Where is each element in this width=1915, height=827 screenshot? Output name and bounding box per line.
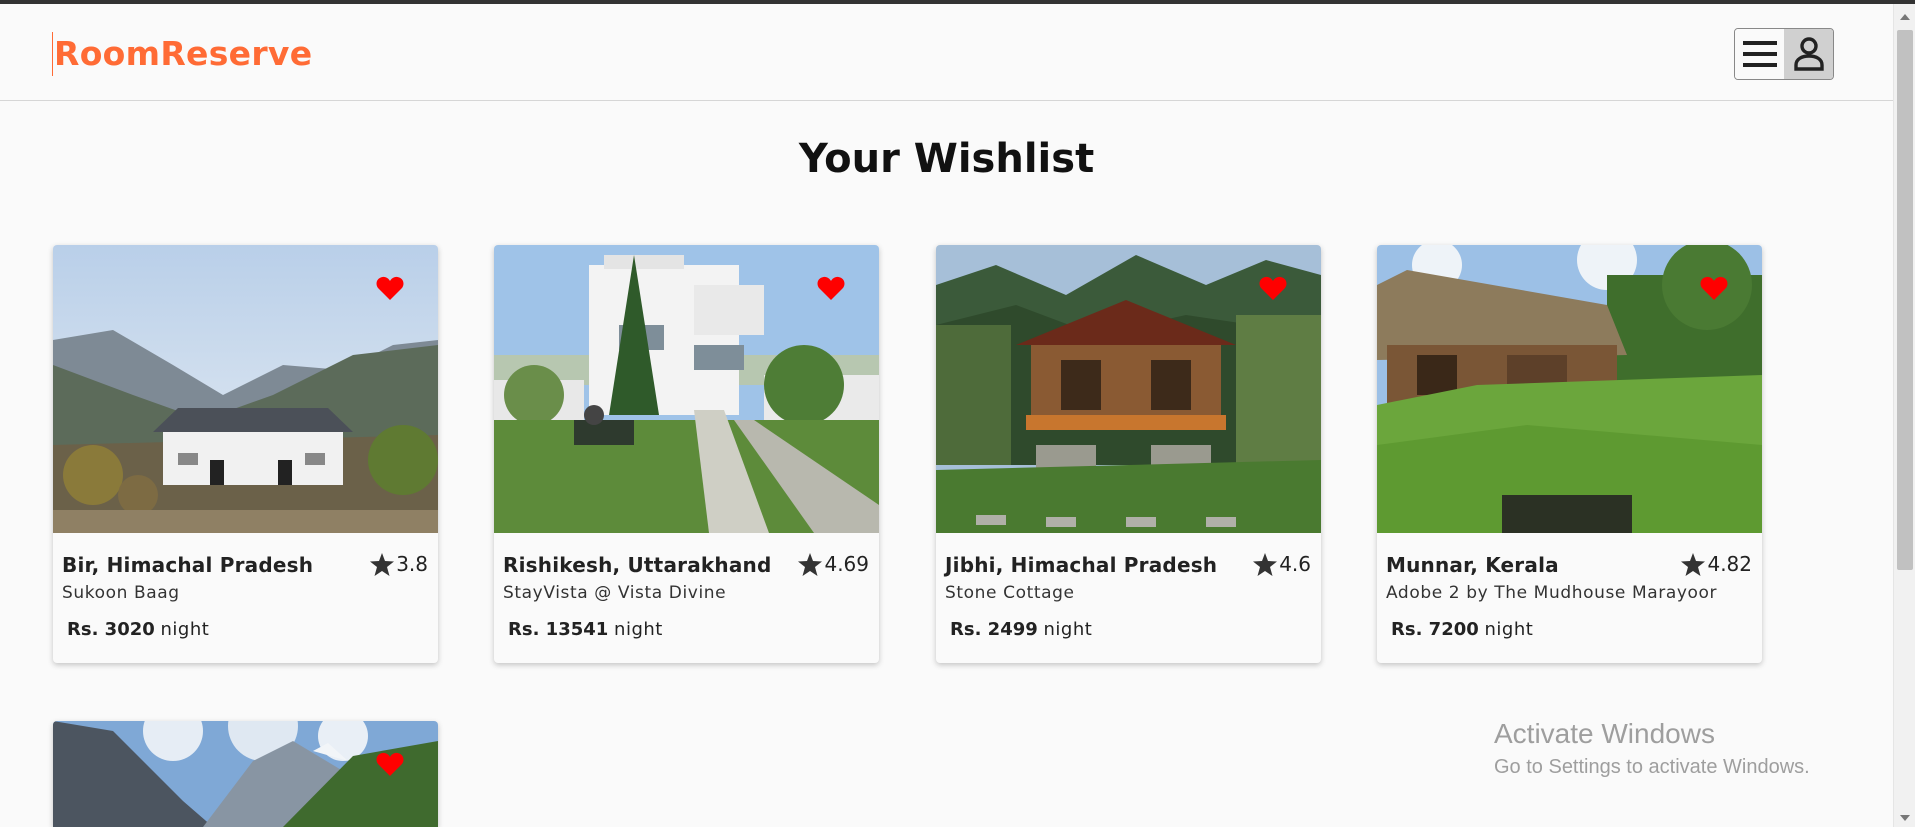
listing-name: Stone Cottage <box>945 583 1075 603</box>
listing-card[interactable]: Munnar, Kerala 4.82 Adobe 2 by The Mudho… <box>1377 245 1762 663</box>
price-amount: Rs. 7200 <box>1391 619 1479 640</box>
listing-photo[interactable] <box>53 721 438 827</box>
listing-location: Munnar, Kerala <box>1386 553 1559 577</box>
price-unit: night <box>160 619 210 640</box>
star-icon <box>1681 552 1706 576</box>
listing-rating: 4.6 <box>1253 552 1311 576</box>
listing-name: Sukoon Baag <box>62 583 180 603</box>
price-unit: night <box>614 619 663 640</box>
star-icon <box>1253 552 1278 576</box>
listing-card[interactable]: Jibhi, Himachal Pradesh 4.6 Stone Cottag… <box>936 245 1321 663</box>
rating-value: 4.6 <box>1279 552 1311 576</box>
listing-card[interactable]: Rishikesh, Uttarakhand 4.69 StayVista @ … <box>494 245 879 663</box>
price-amount: Rs. 2499 <box>950 619 1038 640</box>
listing-name: StayVista @ Vista Divine <box>503 583 727 603</box>
listing-location: Rishikesh, Uttarakhand <box>503 553 772 577</box>
listing-price: Rs. 3020 night <box>67 619 209 640</box>
vertical-scrollbar[interactable] <box>1893 4 1915 827</box>
user-menu-button[interactable] <box>1734 28 1834 80</box>
price-unit: night <box>1043 619 1093 640</box>
navbar: RoomReserve <box>0 4 1893 101</box>
heart-icon[interactable] <box>1259 275 1287 301</box>
scrollbar-thumb[interactable] <box>1897 30 1913 570</box>
hamburger-icon[interactable] <box>1735 29 1784 79</box>
price-amount: Rs. 13541 <box>508 619 609 640</box>
star-icon <box>798 552 823 576</box>
star-icon <box>370 552 395 576</box>
listing-location: Bir, Himachal Pradesh <box>62 553 314 577</box>
price-amount: Rs. 3020 <box>67 619 155 640</box>
rating-value: 4.82 <box>1707 552 1752 576</box>
watermark-title: Activate Windows <box>1494 718 1715 749</box>
heart-icon[interactable] <box>376 751 404 777</box>
scroll-down-arrow-icon[interactable] <box>1900 815 1910 821</box>
listing-photo[interactable] <box>494 245 879 533</box>
listing-price: Rs. 2499 night <box>950 619 1092 640</box>
heart-icon[interactable] <box>1700 275 1728 301</box>
scroll-up-arrow-icon[interactable] <box>1900 14 1910 20</box>
heart-icon[interactable] <box>817 275 845 301</box>
windows-activation-watermark: Activate Windows Go to Settings to activ… <box>1494 718 1810 779</box>
user-icon[interactable] <box>1784 29 1833 79</box>
heart-icon[interactable] <box>376 275 404 301</box>
listing-rating: 4.82 <box>1681 552 1752 576</box>
watermark-subtitle: Go to Settings to activate Windows. <box>1494 756 1810 778</box>
listing-photo[interactable] <box>1377 245 1762 533</box>
listing-price: Rs. 13541 night <box>508 619 663 640</box>
listing-photo[interactable] <box>53 245 438 533</box>
listing-card[interactable]: Bir, Himachal Pradesh 3.8 Sukoon Baag Rs… <box>53 245 438 663</box>
listing-card[interactable] <box>53 721 438 827</box>
listing-price: Rs. 7200 night <box>1391 619 1533 640</box>
page-title: Your Wishlist <box>798 136 1095 182</box>
brand-logo[interactable]: RoomReserve <box>52 32 312 76</box>
listing-rating: 4.69 <box>798 552 869 576</box>
listing-photo[interactable] <box>936 245 1321 533</box>
rating-value: 4.69 <box>824 552 869 576</box>
price-unit: night <box>1484 619 1534 640</box>
listing-name: Adobe 2 by The Mudhouse Marayoor <box>1386 583 1718 603</box>
listing-rating: 3.8 <box>370 552 428 576</box>
listing-location: Jibhi, Himachal Pradesh <box>945 553 1218 577</box>
rating-value: 3.8 <box>396 552 428 576</box>
